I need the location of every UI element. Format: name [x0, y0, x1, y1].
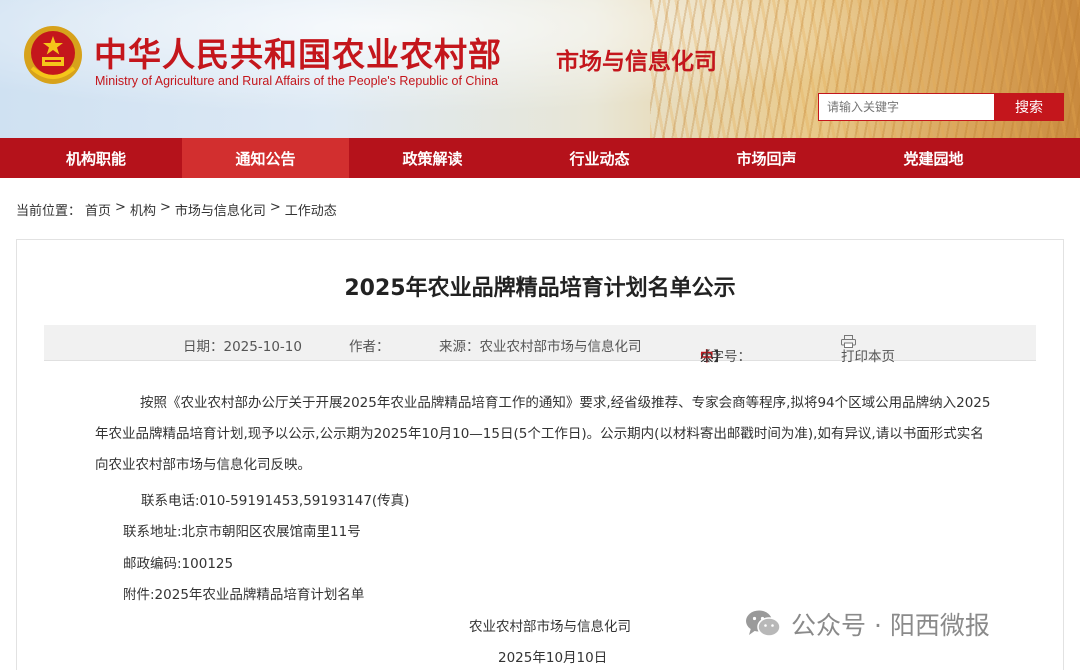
nav-item-industry[interactable]: 行业动态	[516, 138, 683, 178]
wechat-watermark: 公众号 · 阳西微报	[745, 606, 990, 642]
attachment-link[interactable]: 附件:2025年农业品牌精品培育计划名单	[123, 583, 364, 603]
font-size-small-button[interactable]: 小】	[700, 345, 727, 365]
nav-item-notices[interactable]: 通知公告	[182, 138, 349, 178]
contact-phone: 联系电话:010-59191453,59193147(传真)	[141, 493, 410, 509]
article-source: 来源：农业农村部市场与信息化司	[439, 339, 642, 355]
breadcrumb-separator: >	[159, 200, 171, 215]
breadcrumb-org[interactable]: 机构	[130, 200, 156, 219]
department-name: 市场与信息化司	[556, 48, 717, 75]
article-date: 日期：2025-10-10	[183, 339, 302, 355]
article-author: 作者：	[349, 339, 390, 355]
site-title[interactable]: 中华人民共和国农业农村部	[94, 28, 502, 76]
nav-item-policy[interactable]: 政策解读	[349, 138, 516, 178]
signature-date: 2025年10月10日	[498, 650, 608, 666]
national-emblem-icon[interactable]	[22, 24, 84, 86]
breadcrumb-separator: >	[269, 200, 281, 215]
nav-item-party[interactable]: 党建园地	[850, 138, 1017, 178]
breadcrumb-current[interactable]: 工作动态	[285, 200, 337, 219]
print-button[interactable]: 打印本页	[841, 335, 895, 365]
postal-code: 邮政编码:100125	[123, 556, 234, 572]
breadcrumb-home[interactable]: 首页	[85, 200, 111, 219]
site-title-english: Ministry of Agriculture and Rural Affair…	[95, 74, 499, 88]
search-button[interactable]: 搜索	[994, 93, 1064, 121]
search-input[interactable]	[818, 93, 995, 121]
breadcrumb-separator: >	[115, 200, 126, 215]
contact-address: 联系地址:北京市朝阳区农展馆南里11号	[123, 524, 361, 540]
article-meta-bar: 日期：2025-10-10 作者： 来源：农业农村部市场与信息化司 【字号：大中…	[44, 325, 1036, 365]
nav-item-organization[interactable]: 机构职能	[0, 138, 182, 178]
breadcrumb-prefix: 当前位置：	[16, 204, 82, 219]
wechat-icon	[746, 610, 781, 637]
breadcrumb-dept[interactable]: 市场与信息化司	[175, 200, 266, 219]
watermark-text: 公众号 · 阳西微报	[791, 611, 990, 640]
article-title: 2025年农业品牌精品培育计划名单公示	[344, 276, 736, 301]
breadcrumb: 当前位置： 首页 > 机构 > 市场与信息化司 > 工作动态	[16, 200, 337, 219]
nav-item-market[interactable]: 市场回声	[683, 138, 850, 178]
print-label: 打印本页	[841, 349, 895, 365]
main-nav: 机构职能 通知公告 政策解读 行业动态 市场回声 党建园地	[0, 138, 1080, 178]
signature-dept: 农业农村部市场与信息化司	[469, 619, 631, 635]
article-body-text: 按照《农业农村部办公厅关于开展2025年农业品牌精品培育工作的通知》要求,经省级…	[95, 395, 991, 473]
article-body-paragraph: 按照《农业农村部办公厅关于开展2025年农业品牌精品培育工作的通知》要求,经省级…	[95, 388, 995, 481]
